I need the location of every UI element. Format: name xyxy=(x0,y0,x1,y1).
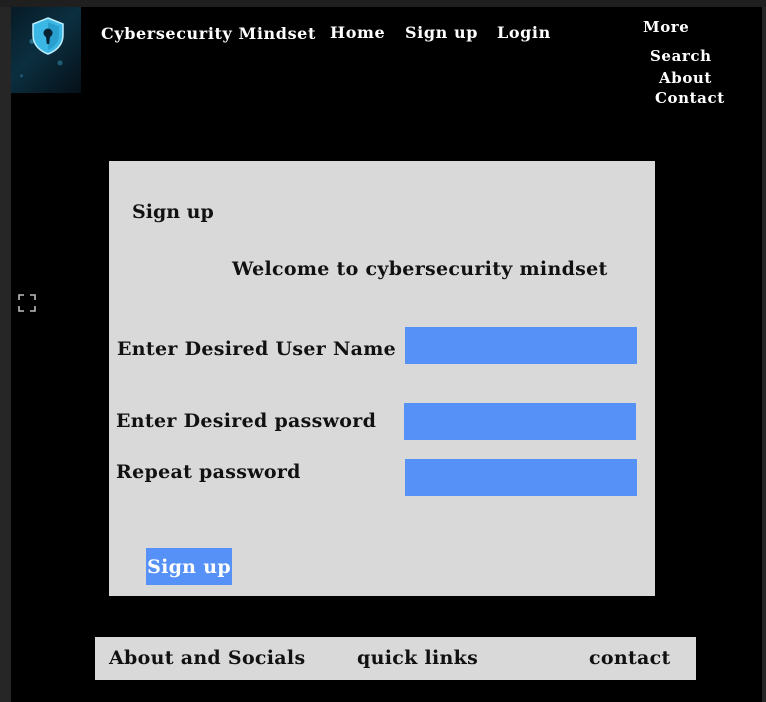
more-item-search[interactable]: Search xyxy=(650,47,712,65)
more-item-contact[interactable]: Contact xyxy=(655,89,725,107)
footer-contact[interactable]: contact xyxy=(589,647,671,669)
more-dropdown-toggle[interactable]: More xyxy=(643,18,689,36)
nav-home[interactable]: Home xyxy=(330,23,385,42)
expand-icon[interactable] xyxy=(18,294,36,312)
site-logo[interactable] xyxy=(11,7,81,93)
footer: About and Socials quick links contact xyxy=(95,637,696,680)
username-input[interactable] xyxy=(405,327,637,364)
username-label: Enter Desired User Name xyxy=(117,338,397,360)
password-label: Enter Desired password xyxy=(116,410,377,432)
signup-form: Sign up Welcome to cybersecurity mindset… xyxy=(109,161,655,596)
nav-signup[interactable]: Sign up xyxy=(405,23,478,42)
footer-about-socials[interactable]: About and Socials xyxy=(109,647,305,669)
nav-login[interactable]: Login xyxy=(497,23,551,42)
footer-quick-links[interactable]: quick links xyxy=(357,647,478,669)
shield-lock-icon xyxy=(32,17,64,55)
password-input[interactable] xyxy=(404,403,636,440)
repeat-password-label: Repeat password xyxy=(116,461,301,483)
site-title[interactable]: Cybersecurity Mindset xyxy=(101,24,316,43)
signup-submit-button[interactable]: Sign up xyxy=(146,548,232,585)
more-item-about[interactable]: About xyxy=(659,69,712,87)
window-top-strip xyxy=(0,0,766,7)
welcome-heading: Welcome to cybersecurity mindset xyxy=(232,258,608,280)
repeat-password-input[interactable] xyxy=(405,459,637,496)
form-title: Sign up xyxy=(132,201,214,223)
page: Cybersecurity Mindset Home Sign up Login… xyxy=(11,7,762,702)
